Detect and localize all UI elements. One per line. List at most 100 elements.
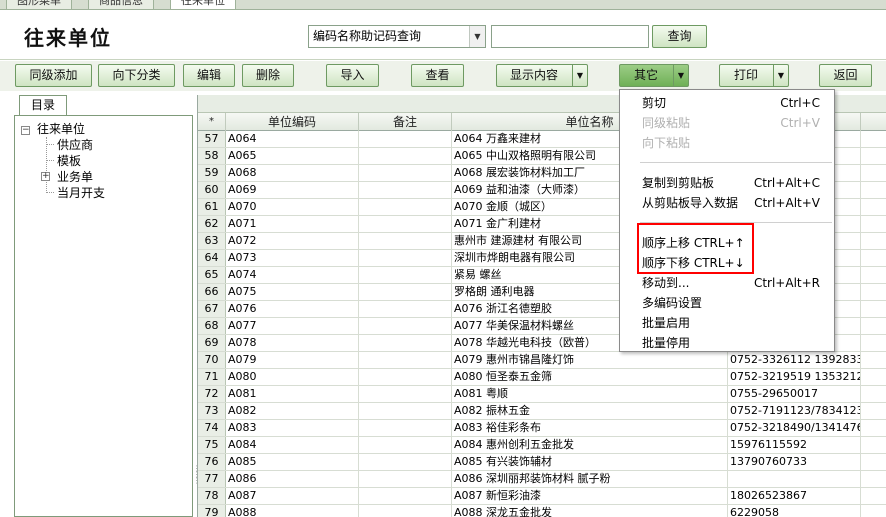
menu-item-label: 移动到... <box>642 276 690 290</box>
highlight-annotation <box>637 223 754 274</box>
tree-item-supplier[interactable]: 供应商 <box>57 137 93 153</box>
chevron-down-icon[interactable]: ▼ <box>673 65 688 86</box>
table-row[interactable]: 71 A080 A080 恒圣泰五金筛 0752-3219519 13532127 <box>198 369 886 386</box>
column-header-note[interactable]: 备注 <box>359 113 452 131</box>
table-row[interactable]: 76 A085 A085 有兴装饰辅材 13790760733 <box>198 454 886 471</box>
import-button[interactable]: 导入 <box>326 64 379 87</box>
menu-item-copy-clipboard[interactable]: 复制到剪贴板 Ctrl+Alt+C <box>620 173 834 193</box>
row-number-cell: 57 <box>198 131 226 147</box>
tab-contacts[interactable]: 往来单位 <box>170 0 236 9</box>
tree-connector <box>46 144 54 145</box>
note-cell <box>359 284 452 300</box>
extra-cell <box>861 233 886 249</box>
tree-item-business[interactable]: 业务单 <box>57 169 93 185</box>
row-number-cell: 65 <box>198 267 226 283</box>
add-sibling-button[interactable]: 同级添加 <box>15 64 92 87</box>
code-cell: A080 <box>226 369 359 385</box>
column-header-extra[interactable] <box>861 113 886 131</box>
note-cell <box>359 386 452 402</box>
menu-item-cut[interactable]: 剪切 Ctrl+C <box>620 93 834 113</box>
row-number-cell: 79 <box>198 505 226 517</box>
note-cell <box>359 250 452 266</box>
tree-item-root[interactable]: 往来单位 <box>37 121 85 137</box>
code-cell: A079 <box>226 352 359 368</box>
phone-cell: 0752-3219519 13532127 <box>730 369 861 385</box>
menu-item-shortcut: Ctrl+Alt+C <box>753 176 820 190</box>
code-cell: A077 <box>226 318 359 334</box>
phone-cell: 0752-7191123/7834123/ <box>730 403 861 419</box>
menu-item-multi-code[interactable]: 多编码设置 <box>620 293 834 313</box>
row-number-cell: 72 <box>198 386 226 402</box>
extra-cell <box>861 369 886 385</box>
extra-cell <box>861 131 886 147</box>
chevron-down-icon[interactable]: ▼ <box>572 65 587 86</box>
code-cell: A065 <box>226 148 359 164</box>
other-menu-button[interactable]: 其它 ▼ <box>619 64 689 87</box>
menu-item-paste-sibling[interactable]: 同级粘贴 Ctrl+V <box>620 113 834 133</box>
name-cell: A079 惠州市锦昌隆灯饰 <box>452 352 728 368</box>
table-row[interactable]: 70 A079 A079 惠州市锦昌隆灯饰 0752-3326112 13928335 <box>198 352 886 369</box>
view-button[interactable]: 查看 <box>411 64 464 87</box>
tree-item-monthly-expense[interactable]: 当月开支 <box>57 185 105 201</box>
note-cell <box>359 420 452 436</box>
row-number-cell: 58 <box>198 148 226 164</box>
code-cell: A070 <box>226 199 359 215</box>
table-row[interactable]: 77 A086 A086 深圳丽邦装饰材料 腻子粉 <box>198 471 886 488</box>
window-tab-strip: 图形菜单 商品信息 往来单位 <box>0 0 886 10</box>
table-row[interactable]: 72 A081 A081 粤顺 0755-29650017 <box>198 386 886 403</box>
search-mode-select[interactable]: 编码名称助记码查询 ▼ <box>308 25 486 48</box>
name-cell: A081 粤顺 <box>452 386 728 402</box>
row-number-cell: 63 <box>198 233 226 249</box>
query-button[interactable]: 查询 <box>652 25 707 48</box>
row-number-cell: 60 <box>198 182 226 198</box>
tab-graphic-menu[interactable]: 图形菜单 <box>6 0 72 9</box>
collapse-icon[interactable]: − <box>21 126 30 135</box>
menu-item-move-to[interactable]: 移动到... Ctrl+Alt+R <box>620 273 834 293</box>
column-header-corner[interactable]: * <box>198 113 226 131</box>
tab-directory[interactable]: 目录 <box>19 95 67 115</box>
name-cell: A087 新恒彩油漆 <box>452 488 728 504</box>
note-cell <box>359 301 452 317</box>
back-button[interactable]: 返回 <box>819 64 872 87</box>
note-cell <box>359 335 452 351</box>
extra-cell <box>861 505 886 517</box>
name-cell: A084 惠州创利五金批发 <box>452 437 728 453</box>
extra-cell <box>861 318 886 334</box>
expand-icon[interactable]: + <box>41 172 50 181</box>
table-row[interactable]: 79 A088 A088 深龙五金批发 6229058 <box>198 505 886 517</box>
print-button[interactable]: 打印 ▼ <box>719 64 789 87</box>
chevron-down-icon[interactable]: ▼ <box>469 26 485 47</box>
name-cell: A083 裕佳彩条布 <box>452 420 728 436</box>
table-row[interactable]: 78 A087 A087 新恒彩油漆 18026523867 <box>198 488 886 505</box>
menu-item-import-clipboard[interactable]: 从剪贴板导入数据 Ctrl+Alt+V <box>620 193 834 213</box>
code-cell: A068 <box>226 165 359 181</box>
delete-button[interactable]: 删除 <box>242 64 294 87</box>
edit-button[interactable]: 编辑 <box>183 64 235 87</box>
menu-item-batch-enable[interactable]: 批量启用 <box>620 313 834 333</box>
code-cell: A086 <box>226 471 359 487</box>
extra-cell <box>861 420 886 436</box>
phone-cell <box>728 471 861 487</box>
table-row[interactable]: 74 A083 A083 裕佳彩条布 0752-3218490/13414760 <box>198 420 886 437</box>
note-cell <box>359 437 452 453</box>
note-cell <box>359 182 452 198</box>
add-subcategory-button[interactable]: 向下分类 <box>98 64 175 87</box>
tab-product-info[interactable]: 商品信息 <box>88 0 154 9</box>
code-cell: A081 <box>226 386 359 402</box>
chevron-down-icon[interactable]: ▼ <box>773 65 788 86</box>
extra-cell <box>861 335 886 351</box>
column-header-code[interactable]: 单位编码 <box>226 113 359 131</box>
menu-item-shortcut: Ctrl+C <box>780 96 820 110</box>
tree-item-template[interactable]: 模板 <box>57 153 81 169</box>
table-row[interactable]: 73 A082 A082 振林五金 0752-7191123/7834123/ <box>198 403 886 420</box>
search-input[interactable] <box>491 25 649 48</box>
row-number-cell: 70 <box>198 352 226 368</box>
phone-cell: 0752-3326112 13928335 <box>730 352 861 368</box>
phone-cell: 13790760733 <box>728 454 861 470</box>
menu-item-paste-child[interactable]: 向下粘贴 <box>620 133 834 153</box>
menu-item-batch-disable[interactable]: 批量停用 <box>620 333 834 353</box>
display-content-button[interactable]: 显示内容 ▼ <box>496 64 588 87</box>
phone-cell: 0752-3218490/13414760 <box>730 420 861 436</box>
row-number-cell: 62 <box>198 216 226 232</box>
table-row[interactable]: 75 A084 A084 惠州创利五金批发 15976115592 <box>198 437 886 454</box>
